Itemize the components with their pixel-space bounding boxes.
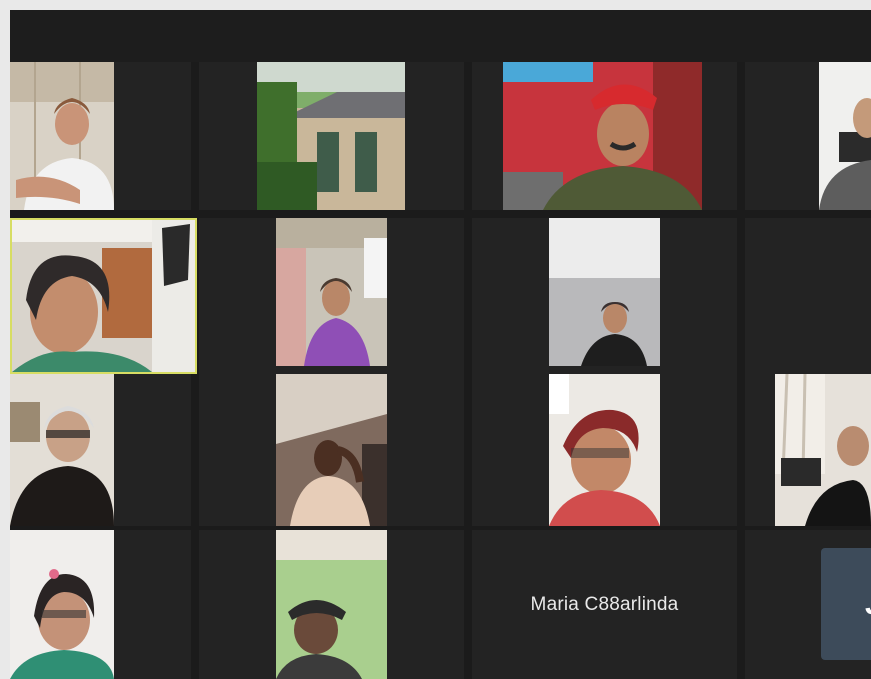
participant-tile-p8[interactable] bbox=[745, 218, 871, 374]
participant-tile-p10[interactable] bbox=[199, 374, 464, 526]
participant-tile-p3[interactable] bbox=[472, 62, 737, 210]
participant-video-p6 bbox=[276, 218, 387, 366]
participant-video-p14 bbox=[276, 530, 387, 679]
participant-video-p10 bbox=[276, 374, 387, 526]
participant-name-label: Maria C88arlinda bbox=[530, 593, 679, 615]
participant-tile-p13[interactable] bbox=[10, 530, 191, 679]
participant-tile-p15[interactable]: Maria C88arlinda bbox=[472, 530, 737, 679]
participant-tile-p5[interactable] bbox=[10, 218, 197, 374]
participant-tile-p9[interactable] bbox=[10, 374, 191, 526]
participant-video-p4 bbox=[819, 62, 871, 210]
participant-tile-p7[interactable] bbox=[472, 218, 737, 374]
participant-tile-p14[interactable] bbox=[199, 530, 464, 679]
participant-video-p3 bbox=[503, 62, 702, 210]
participant-video-p1 bbox=[10, 62, 114, 210]
participant-video-p11 bbox=[549, 374, 660, 526]
meeting-top-bar bbox=[10, 10, 871, 62]
participant-video-p13 bbox=[10, 530, 114, 679]
participant-tile-p6[interactable] bbox=[199, 218, 464, 374]
participant-video-p7 bbox=[549, 218, 660, 366]
participant-video-p12 bbox=[775, 374, 871, 526]
participant-tile-p11[interactable] bbox=[472, 374, 737, 526]
participant-tile-p12[interactable] bbox=[745, 374, 871, 526]
participant-video-p5 bbox=[12, 220, 195, 372]
participant-tile-p1[interactable] bbox=[10, 62, 191, 210]
participant-grid: Maria C88arlinda J bbox=[10, 62, 871, 679]
participant-video-p2 bbox=[257, 62, 405, 210]
participant-tile-p16[interactable]: J bbox=[745, 530, 871, 679]
participant-video-p9 bbox=[10, 374, 114, 526]
participant-tile-p2[interactable] bbox=[199, 62, 464, 210]
participant-avatar: J bbox=[821, 548, 871, 660]
participant-tile-p4[interactable] bbox=[745, 62, 871, 210]
avatar-initial: J bbox=[865, 588, 871, 622]
